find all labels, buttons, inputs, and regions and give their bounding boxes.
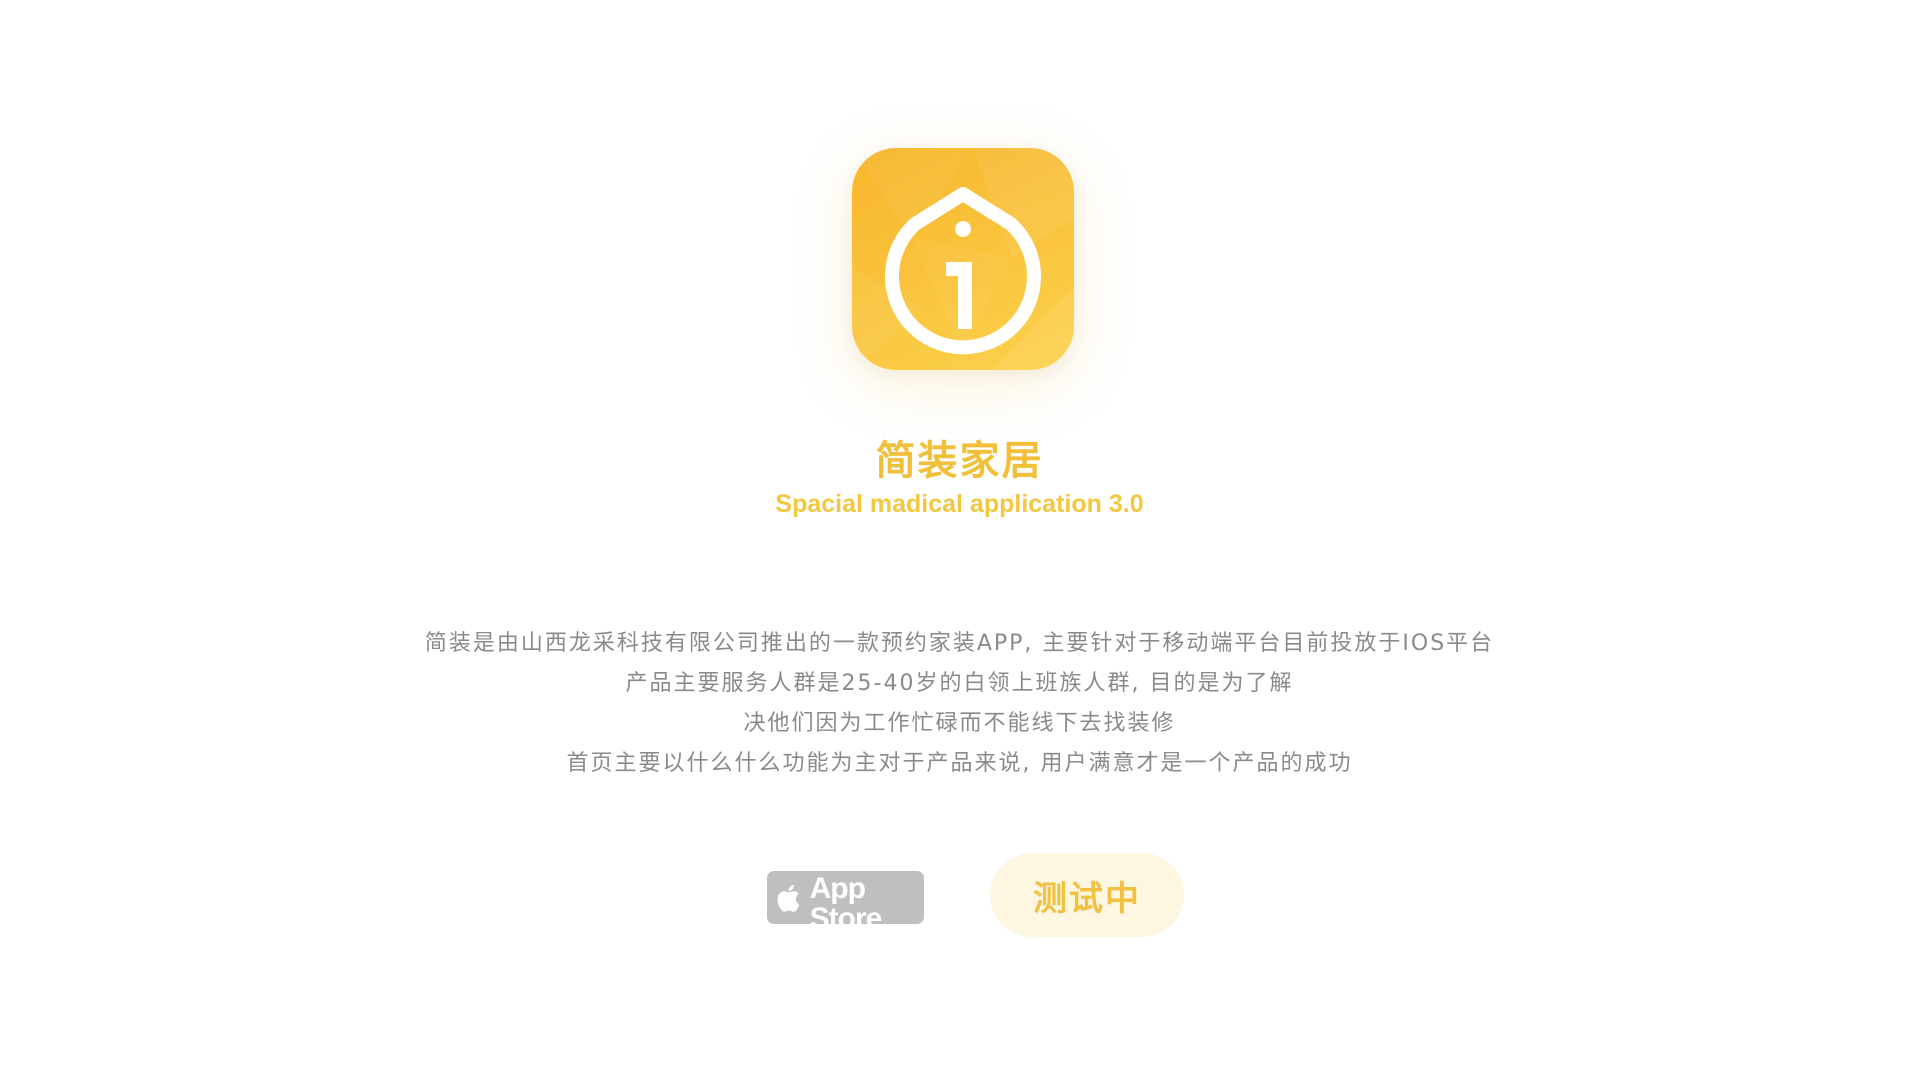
testing-status-button[interactable]: 测试中 (990, 853, 1184, 937)
description-line: 决他们因为工作忙碌而不能线下去找装修 (743, 711, 1176, 736)
app-store-small-text: Download on the (809, 860, 906, 872)
description-line: 产品主要服务人群是25-40岁的白领上班族人群, 目的是为了解 (625, 671, 1294, 696)
house-info-icon (885, 187, 1041, 355)
description-line: 简装是由山西龙采科技有限公司推出的一款预约家装APP, 主要针对于移动端平台目前… (424, 631, 1495, 656)
app-description: 简装是由山西龙采科技有限公司推出的一款预约家装APP, 主要针对于移动端平台目前… (0, 624, 1919, 784)
app-intro-page: 简装家居 Spacial madical application 3.0 简装是… (0, 0, 1919, 1079)
app-icon (852, 148, 1074, 370)
app-store-badge[interactable]: Download on the App Store (767, 861, 924, 934)
app-tagline: Spacial madical application 3.0 (775, 490, 1144, 518)
app-name: 简装家居 (875, 438, 1044, 484)
description-line: 首页主要以什么什么功能为主对于产品来说, 用户满意才是一个产品的成功 (566, 751, 1353, 776)
app-store-big-text: App Store (809, 872, 883, 935)
apple-icon (777, 884, 800, 912)
